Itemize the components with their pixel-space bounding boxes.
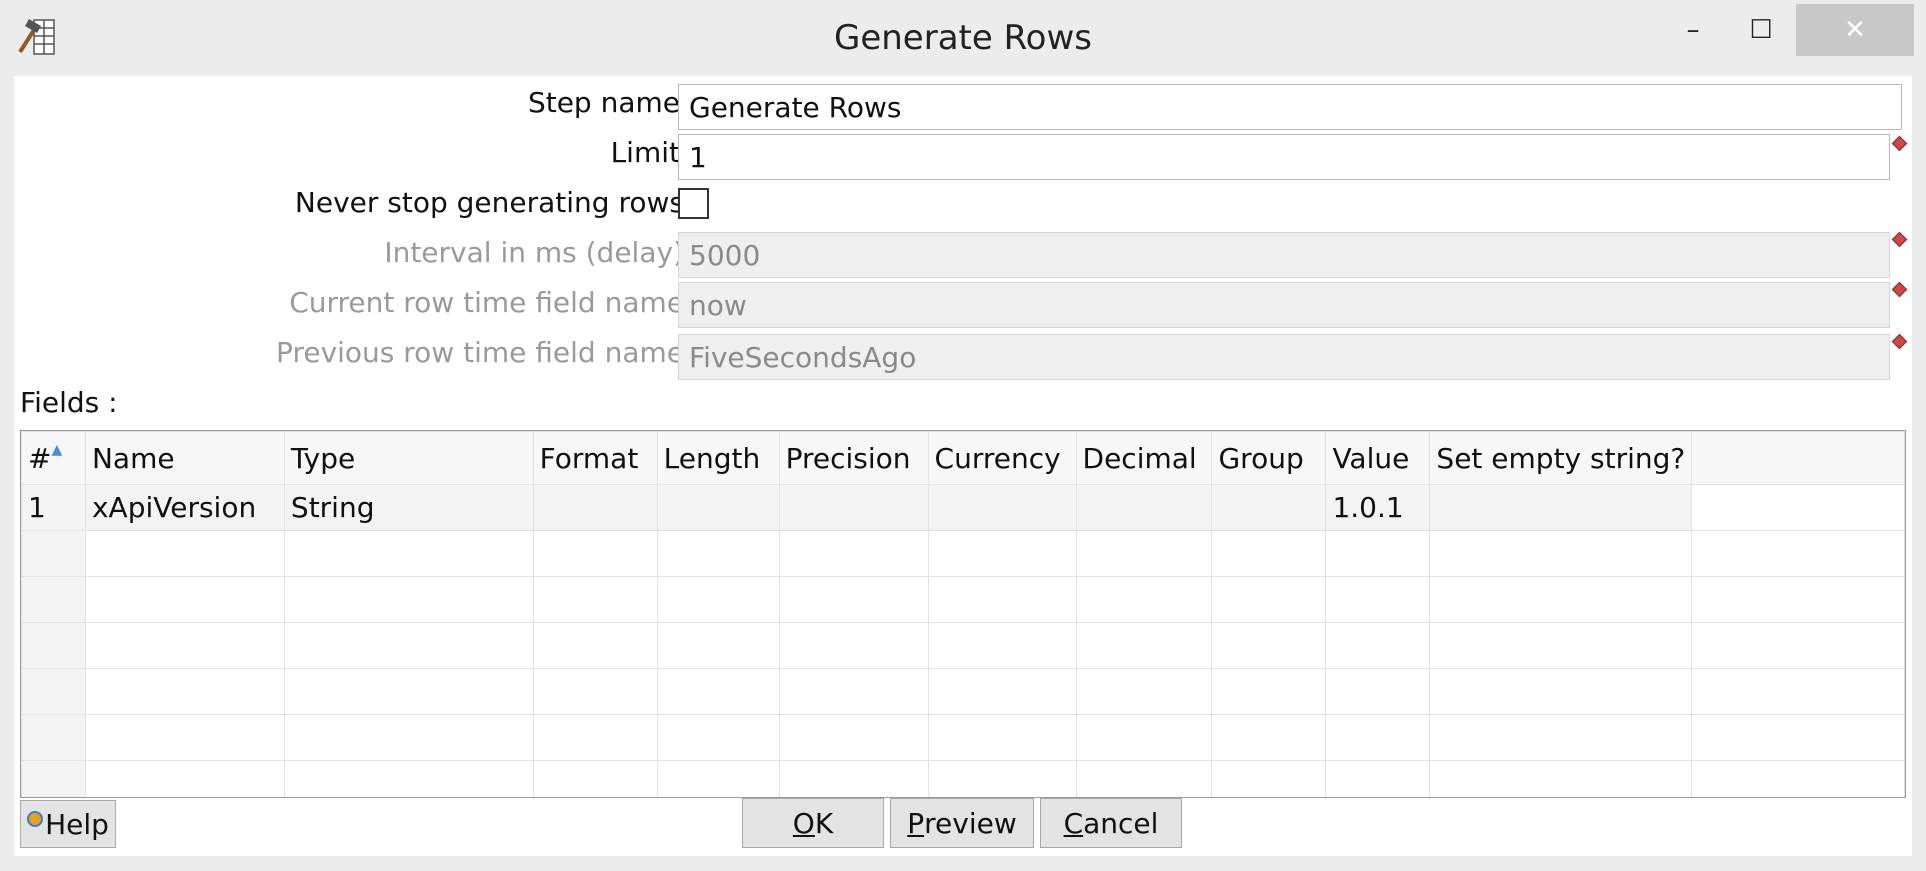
table-cell[interactable]: 1.0.1 <box>1325 484 1431 531</box>
variable-marker-icon <box>1891 333 1908 350</box>
limit-input[interactable]: 1 <box>678 134 1890 180</box>
fields-label: Fields : <box>20 386 118 419</box>
generate-rows-dialog: Generate Rows – ☐ ✕ Step name Generate R… <box>0 0 1926 871</box>
interval-input[interactable]: 5000 <box>678 232 1890 278</box>
column-header[interactable]: Value <box>1325 431 1431 485</box>
column-header[interactable]: Group <box>1211 431 1327 485</box>
table-cell-filler <box>1691 484 1905 531</box>
step-name-label: Step name <box>527 86 680 119</box>
help-button-label: Help <box>45 807 109 841</box>
help-icon <box>27 811 44 827</box>
never-stop-label: Never stop generating rows <box>294 186 684 219</box>
variable-marker-icon <box>1891 135 1908 152</box>
column-header[interactable]: Decimal <box>1075 431 1213 485</box>
fields-table: #▲ Name Type Format Length Precision Cur… <box>20 430 1906 798</box>
current-row-time-label: Current row time field name <box>289 286 684 319</box>
table-cell[interactable] <box>1211 484 1327 531</box>
table-cell[interactable] <box>778 484 929 531</box>
preview-button[interactable]: Preview <box>890 798 1034 848</box>
ok-button[interactable]: OK <box>742 798 884 848</box>
table-cell[interactable]: xApiVersion <box>84 484 285 531</box>
table-cell[interactable] <box>656 484 780 531</box>
fields-table-grid: #▲ Name Type Format Length Precision Cur… <box>21 431 1905 797</box>
previous-row-time-label: Previous row time field name <box>276 336 684 369</box>
current-row-time-input[interactable]: now <box>678 282 1890 328</box>
table-header-row: #▲ Name Type Format Length Precision Cur… <box>21 431 1905 485</box>
previous-row-time-input[interactable]: FiveSecondsAgo <box>678 334 1890 380</box>
limit-label: Limit <box>610 136 680 169</box>
empty-table-row[interactable] <box>21 714 1905 761</box>
preview-mnemonic: P <box>907 806 925 840</box>
close-button[interactable]: ✕ <box>1796 4 1914 56</box>
column-header[interactable]: Type <box>283 431 534 485</box>
table-cell[interactable] <box>1075 484 1213 531</box>
column-header[interactable]: #▲ <box>21 431 86 485</box>
variable-marker-icon <box>1891 281 1908 298</box>
empty-table-row[interactable] <box>21 576 1905 623</box>
never-stop-checkbox[interactable] <box>678 188 709 219</box>
column-header[interactable]: Length <box>656 431 780 485</box>
column-header[interactable]: Format <box>532 431 658 485</box>
help-button[interactable]: Help <box>20 800 116 848</box>
ok-mnemonic: O <box>792 806 815 840</box>
window-title: Generate Rows <box>833 18 1093 58</box>
column-header[interactable]: Name <box>84 431 285 485</box>
column-header-filler <box>1691 431 1905 485</box>
column-header[interactable]: Set empty string? <box>1429 431 1693 485</box>
empty-table-row[interactable] <box>21 760 1905 797</box>
cancel-button[interactable]: Cancel <box>1040 798 1182 848</box>
step-name-input[interactable]: Generate Rows <box>678 84 1902 130</box>
preview-label: review <box>924 806 1017 840</box>
column-header[interactable]: Currency <box>927 431 1077 485</box>
table-cell[interactable] <box>532 484 658 531</box>
title-bar: Generate Rows – ☐ ✕ <box>0 0 1926 76</box>
variable-marker-icon <box>1891 231 1908 248</box>
table-cell[interactable] <box>1429 484 1693 531</box>
maximize-button[interactable]: ☐ <box>1728 4 1794 56</box>
empty-table-row[interactable] <box>21 622 1905 669</box>
table-cell[interactable] <box>927 484 1077 531</box>
column-header[interactable]: Precision <box>778 431 929 485</box>
empty-table-row[interactable] <box>21 530 1905 577</box>
ok-label: K <box>814 806 834 840</box>
sort-ascending-icon: ▲ <box>51 441 63 458</box>
interval-label: Interval in ms (delay) <box>384 236 684 269</box>
empty-table-row[interactable] <box>21 668 1905 715</box>
table-row[interactable]: 1 xApiVersion String 1.0.1 <box>21 484 1905 531</box>
cancel-mnemonic: C <box>1063 806 1084 840</box>
cancel-label: ancel <box>1083 806 1159 840</box>
minimize-button[interactable]: – <box>1660 4 1726 56</box>
table-cell[interactable]: String <box>283 484 534 531</box>
dialog-body: Step name Generate Rows Limit 1 Never st… <box>14 76 1912 856</box>
table-cell[interactable]: 1 <box>21 484 86 531</box>
